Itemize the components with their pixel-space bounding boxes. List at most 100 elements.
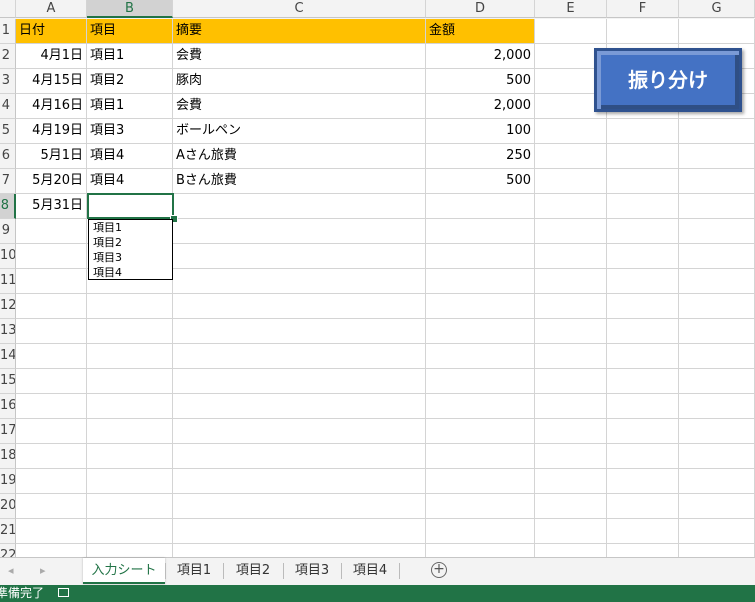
row-header[interactable]: 15 [0,369,16,394]
empty-cell[interactable] [607,269,679,294]
empty-cell[interactable] [607,194,679,219]
empty-cell[interactable] [87,294,173,319]
empty-cell[interactable] [16,394,87,419]
table-cell[interactable]: 5月1日 [16,144,87,169]
table-cell[interactable] [426,194,535,219]
empty-cell[interactable] [535,244,607,269]
table-cell[interactable]: ボールペン [173,119,426,144]
empty-cell[interactable] [607,469,679,494]
empty-cell[interactable] [535,519,607,544]
empty-cell[interactable] [679,394,755,419]
table-cell[interactable]: 会費 [173,44,426,69]
table-cell[interactable]: 項目3 [87,119,173,144]
empty-cell[interactable] [607,244,679,269]
header-cell[interactable]: 金額 [426,19,535,44]
dropdown-option[interactable]: 項目4 [89,265,172,280]
empty-cell[interactable] [16,469,87,494]
empty-cell[interactable] [173,269,426,294]
add-sheet-icon[interactable]: + [431,562,447,578]
empty-cell[interactable] [679,519,755,544]
empty-cell[interactable] [607,19,679,44]
column-header-c[interactable]: C [173,0,426,18]
empty-cell[interactable] [535,19,607,44]
column-header-g[interactable]: G [679,0,755,18]
empty-cell[interactable] [679,219,755,244]
header-cell[interactable]: 日付 [16,19,87,44]
table-cell[interactable]: 5月20日 [16,169,87,194]
empty-cell[interactable] [679,344,755,369]
row-header[interactable]: 10 [0,244,16,269]
empty-cell[interactable] [16,444,87,469]
empty-cell[interactable] [535,344,607,369]
empty-cell[interactable] [87,544,173,557]
header-cell[interactable]: 摘要 [173,19,426,44]
table-cell[interactable]: 4月16日 [16,94,87,119]
empty-cell[interactable] [679,419,755,444]
empty-cell[interactable] [87,344,173,369]
empty-cell[interactable] [16,494,87,519]
column-header-e[interactable]: E [535,0,607,18]
dropdown-option[interactable]: 項目2 [89,235,172,250]
empty-cell[interactable] [607,144,679,169]
row-header[interactable]: 19 [0,469,16,494]
empty-cell[interactable] [679,169,755,194]
empty-cell[interactable] [426,519,535,544]
empty-cell[interactable] [426,544,535,557]
empty-cell[interactable] [16,269,87,294]
empty-cell[interactable] [173,219,426,244]
empty-cell[interactable] [87,494,173,519]
row-header[interactable]: 21 [0,519,16,544]
row-header[interactable]: 16 [0,394,16,419]
empty-cell[interactable] [87,519,173,544]
empty-cell[interactable] [173,294,426,319]
row-header[interactable]: 20 [0,494,16,519]
row-header[interactable]: 9 [0,219,16,244]
empty-cell[interactable] [87,469,173,494]
empty-cell[interactable] [535,419,607,444]
empty-cell[interactable] [426,294,535,319]
empty-cell[interactable] [426,319,535,344]
empty-cell[interactable] [679,444,755,469]
empty-cell[interactable] [87,319,173,344]
table-cell[interactable]: Bさん旅費 [173,169,426,194]
column-header-b[interactable]: B [87,0,173,18]
empty-cell[interactable] [16,244,87,269]
empty-cell[interactable] [679,269,755,294]
table-cell[interactable]: 500 [426,69,535,94]
empty-cell[interactable] [426,469,535,494]
empty-cell[interactable] [679,244,755,269]
table-cell[interactable]: 4月19日 [16,119,87,144]
empty-cell[interactable] [607,419,679,444]
empty-cell[interactable] [535,119,607,144]
empty-cell[interactable] [426,394,535,419]
dropdown-option[interactable]: 項目3 [89,250,172,265]
empty-cell[interactable] [173,319,426,344]
empty-cell[interactable] [16,419,87,444]
macro-record-icon[interactable] [58,588,69,597]
empty-cell[interactable] [87,444,173,469]
empty-cell[interactable] [607,219,679,244]
empty-cell[interactable] [16,319,87,344]
empty-cell[interactable] [426,419,535,444]
row-header[interactable]: 6 [0,144,16,169]
empty-cell[interactable] [607,494,679,519]
empty-cell[interactable] [87,394,173,419]
empty-cell[interactable] [679,469,755,494]
row-header[interactable]: 4 [0,94,16,119]
empty-cell[interactable] [426,219,535,244]
empty-cell[interactable] [679,369,755,394]
empty-cell[interactable] [173,369,426,394]
empty-cell[interactable] [16,519,87,544]
table-cell[interactable]: 4月1日 [16,44,87,69]
empty-cell[interactable] [16,344,87,369]
row-header[interactable]: 5 [0,119,16,144]
sheet-tab-item3[interactable]: 項目3 [284,558,340,584]
empty-cell[interactable] [173,544,426,557]
select-all-corner[interactable] [0,0,16,18]
empty-cell[interactable] [607,519,679,544]
empty-cell[interactable] [679,494,755,519]
row-header[interactable]: 3 [0,69,16,94]
table-cell[interactable]: 4月15日 [16,69,87,94]
table-cell[interactable]: 項目2 [87,69,173,94]
empty-cell[interactable] [679,119,755,144]
